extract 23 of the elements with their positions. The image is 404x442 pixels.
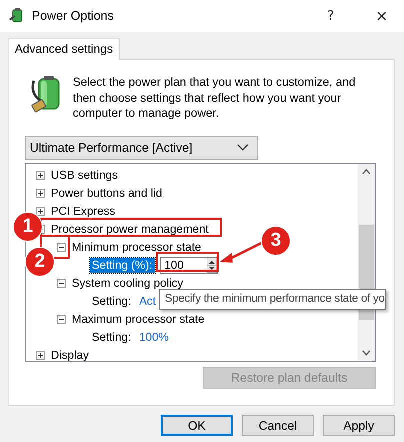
dialog-button[interactable]: OK <box>161 415 233 436</box>
tree-item[interactable]: System cooling policy <box>72 276 184 290</box>
tree-item[interactable]: Power buttons and lid <box>51 186 162 200</box>
dialog-button[interactable]: Apply <box>323 415 395 436</box>
instruction-text: Select the power plan that you want to customize, and then choose settings that reflect how you want your computer to manage power. <box>73 75 357 122</box>
tree-item[interactable]: USB settings <box>51 168 118 182</box>
setting-value[interactable]: 100% <box>139 330 169 344</box>
close-button[interactable]: × <box>360 0 404 32</box>
tree-item[interactable]: Maximum processor state <box>72 312 205 326</box>
help-button[interactable]: ? <box>309 0 353 32</box>
setting-label: Setting (%): <box>90 258 155 272</box>
tree-item[interactable]: PCI Express <box>51 204 116 218</box>
tree-item[interactable]: Processor power management <box>51 222 209 236</box>
window-title: Power Options <box>32 9 115 23</box>
setting-label: Setting: <box>91 330 132 344</box>
setting-value[interactable]: Act <box>139 294 156 308</box>
tree-item[interactable]: Minimum processor state <box>72 240 202 254</box>
setting-label: Setting: <box>91 294 132 308</box>
plan-dropdown[interactable]: Ultimate Performance [Active] <box>25 136 258 160</box>
tree-item[interactable]: Display <box>51 348 90 361</box>
tab[interactable]: Advanced settings <box>8 38 120 60</box>
tooltip: Specify the minimum performance state of yo <box>159 289 386 310</box>
dialog-button[interactable]: Cancel <box>242 415 314 436</box>
